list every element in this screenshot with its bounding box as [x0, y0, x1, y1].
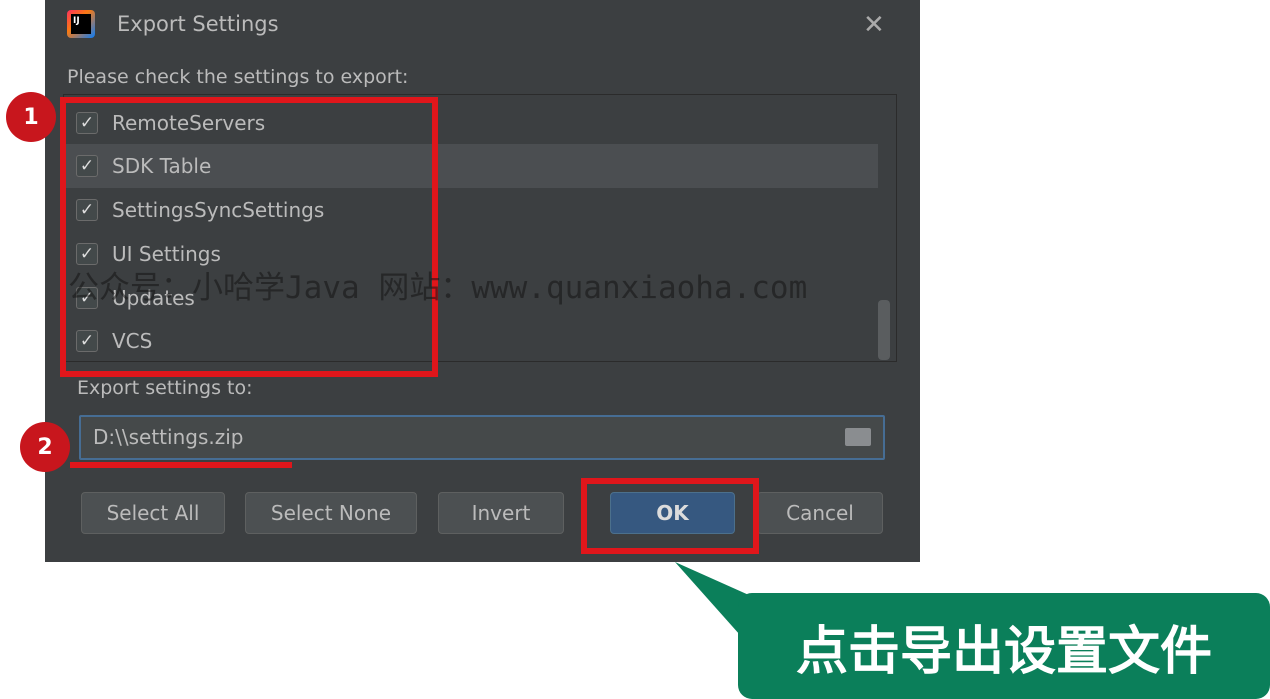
cancel-button[interactable]: Cancel [757, 492, 883, 534]
dialog-title: Export Settings [117, 12, 279, 36]
export-path-input[interactable]: D:\\settings.zip [79, 415, 885, 460]
intellij-logo-icon: IJ [67, 10, 95, 38]
step-marker-1: 1 [6, 92, 56, 142]
step-marker-2: 2 [20, 422, 70, 472]
invert-button[interactable]: Invert [438, 492, 564, 534]
highlight-box-list [60, 97, 438, 377]
watermark: 公众号：小哈学Java 网站：www.quanxiaoha.com [68, 270, 808, 306]
export-path-label: Export settings to: [77, 377, 253, 399]
highlight-box-ok [581, 478, 759, 554]
list-scrollbar[interactable] [878, 300, 890, 360]
select-all-button[interactable]: Select All [81, 492, 225, 534]
folder-icon[interactable] [845, 428, 871, 446]
prompt-label: Please check the settings to export: [67, 66, 409, 88]
close-icon[interactable]: ✕ [863, 10, 885, 40]
highlight-underline-path [70, 462, 292, 468]
callout-label: 点击导出设置文件 [738, 593, 1270, 699]
select-none-button[interactable]: Select None [245, 492, 417, 534]
